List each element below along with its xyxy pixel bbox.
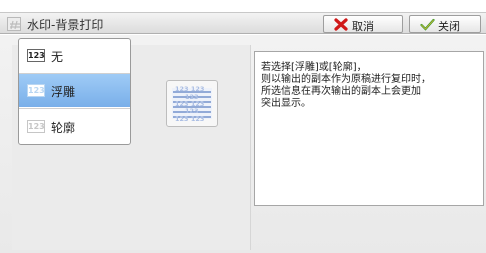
close-button[interactable]: 关闭 [409,15,481,33]
cancel-label: 取消 [352,20,374,33]
emboss-preview-icon: 123 123 123 123 123 123 123 123 [166,80,218,127]
watermark-icon [7,17,21,31]
checkmark-icon [420,18,435,34]
option-emboss[interactable]: 123 浮雕 [19,74,130,107]
option-label: 轮廓 [51,121,76,135]
dialog-window: 水印-背景打印 取消 关闭 123 无 123 浮雕 123 轮廓 123 12… [0,0,486,253]
preview-text: 123 [185,107,199,115]
dialog-title: 水印-背景打印 [27,18,104,32]
divider [19,108,130,109]
preview-text: 123 123 [175,85,204,93]
cancel-button[interactable]: 取消 [323,15,403,33]
option-none[interactable]: 123 无 [19,39,130,72]
description-panel: 若选择[浮雕]或[轮廓]， 则以输出的副本作为原稿进行复印时， 所选信息在再次输… [254,51,484,206]
preview-text: 123 123 [175,115,204,123]
option-outline[interactable]: 123 轮廓 [19,110,130,143]
option-badge: 123 [27,120,45,133]
watermark-options-list: 123 无 123 浮雕 123 轮廓 [18,38,131,145]
option-label: 浮雕 [51,85,76,99]
x-mark-icon [334,18,348,34]
description-line: 突出显示。 [261,98,311,109]
option-label: 无 [51,50,64,64]
close-label: 关闭 [438,20,460,33]
option-badge: 123 [27,49,45,62]
option-badge: 123 [27,84,45,97]
title-bar: 水印-背景打印 取消 关闭 [0,12,486,34]
